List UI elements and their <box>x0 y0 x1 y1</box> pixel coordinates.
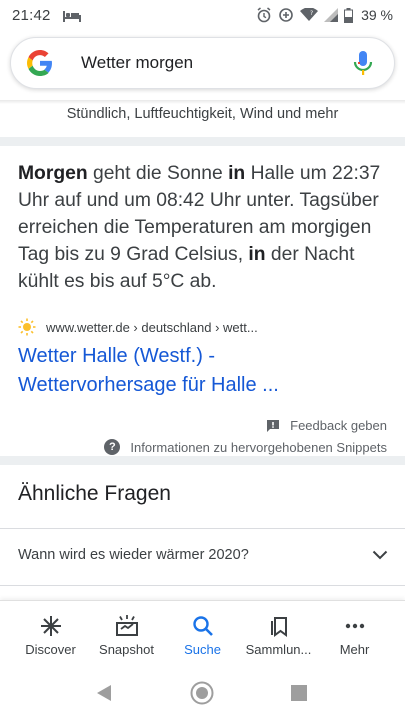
back-icon[interactable] <box>96 684 112 702</box>
snippet-bold: in <box>228 163 246 184</box>
nav-snapshot[interactable]: Snapshot <box>86 609 167 659</box>
result-title-line[interactable]: Wetter Halle (Westf.) - <box>18 342 388 371</box>
nav-more[interactable]: Mehr <box>314 609 395 659</box>
recents-icon[interactable] <box>291 685 307 701</box>
result-source[interactable]: www.wetter.de › deutschland › wett... <box>18 318 258 336</box>
snippet-bold: Morgen <box>18 163 88 184</box>
more-icon <box>345 623 364 629</box>
info-label: Informationen zu hervorgehobenen Snippet… <box>130 439 387 455</box>
section-divider <box>0 137 405 146</box>
clock: 21:42 <box>12 6 51 24</box>
home-icon[interactable] <box>190 681 214 705</box>
nav-label: Suche <box>184 642 221 657</box>
data-saver-icon <box>279 8 293 22</box>
snippet-bold: in <box>248 244 266 265</box>
featured-snippet-text: Morgen geht die Sonne in Halle um 22:37 … <box>18 160 390 295</box>
battery-icon <box>344 7 354 23</box>
alarm-icon <box>257 7 271 23</box>
section-divider <box>0 456 405 465</box>
result-title-link[interactable]: Wetter Halle (Westf.) - Wettervorhersage… <box>18 342 388 400</box>
result-title-line[interactable]: Wettervorhersage für Halle ... <box>18 371 388 400</box>
svg-text:?: ? <box>310 10 313 17</box>
battery-level: 39 % <box>361 7 393 23</box>
bookmark-icon <box>270 617 287 637</box>
bottom-navigation: Discover Snapshot Suche Sammlun... Mehr <box>0 600 405 668</box>
search-icon <box>192 616 213 636</box>
nav-label: Mehr <box>339 642 370 657</box>
nav-label: Discover <box>25 642 76 657</box>
nav-collections[interactable]: Sammlun... <box>238 609 319 659</box>
wifi-icon: ? <box>300 8 319 21</box>
nav-search[interactable]: Suche <box>162 609 243 659</box>
google-logo-icon <box>27 50 52 76</box>
status-bar: 21:42 ? 39 % <box>0 0 405 30</box>
snapshot-icon <box>115 615 138 636</box>
source-breadcrumb: www.wetter.de › deutschland › wett... <box>46 319 258 335</box>
nav-label: Snapshot <box>99 642 154 657</box>
signal-icon <box>324 8 339 22</box>
search-input[interactable]: Wetter morgen <box>81 53 352 73</box>
divider <box>0 528 405 529</box>
nav-discover[interactable]: Discover <box>10 609 91 659</box>
weather-more-link[interactable]: Stündlich, Luftfeuchtigkeit, Wind und me… <box>0 104 405 136</box>
sun-favicon-icon <box>18 318 36 336</box>
divider <box>0 585 405 586</box>
nav-label: Sammlun... <box>245 642 312 657</box>
question-text: Wann wird es wieder wärmer 2020? <box>18 547 249 563</box>
asterisk-icon <box>40 616 61 636</box>
feedback-label: Feedback geben <box>290 418 387 433</box>
search-bar[interactable]: Wetter morgen <box>10 37 395 89</box>
feedback-icon <box>267 419 280 432</box>
feedback-button[interactable]: Feedback geben <box>266 418 387 433</box>
related-questions-heading: Ähnliche Fragen <box>18 482 171 505</box>
bed-icon <box>62 9 81 22</box>
snippet-info-link[interactable]: ? Informationen zu hervorgehobenen Snipp… <box>104 439 387 455</box>
snippet-text: geht die Sonne <box>87 163 229 184</box>
related-question-item[interactable]: Wann wird es wieder wärmer 2020? <box>18 547 388 563</box>
system-navigation-bar <box>0 668 405 720</box>
status-icons: ? 39 % <box>256 7 393 23</box>
microphone-icon[interactable] <box>352 50 374 76</box>
chevron-down-icon[interactable] <box>372 550 388 560</box>
search-header: Wetter morgen <box>0 30 405 100</box>
help-icon: ? <box>104 439 121 455</box>
